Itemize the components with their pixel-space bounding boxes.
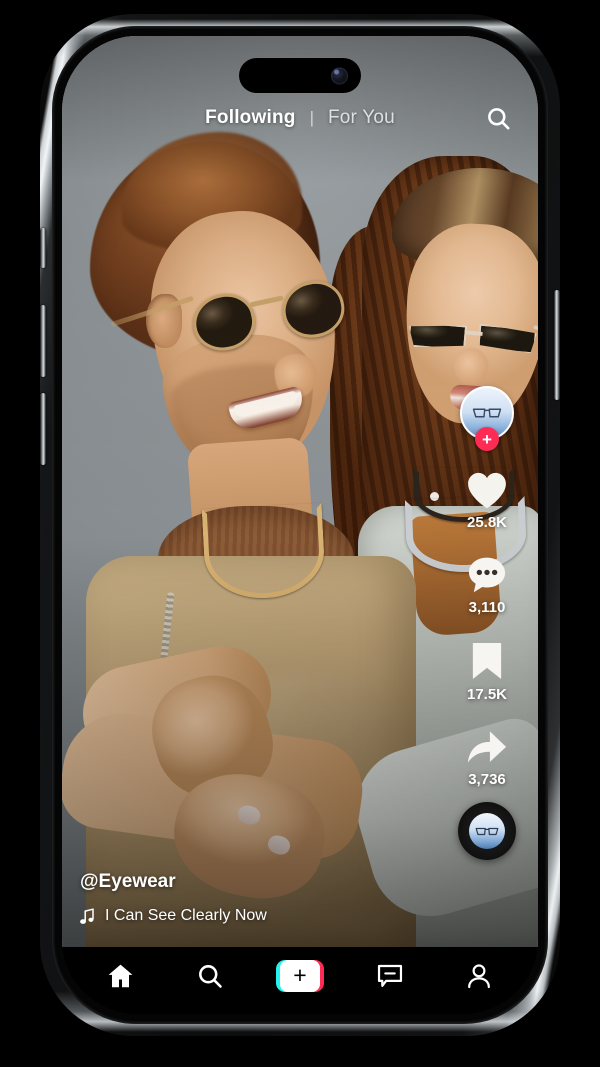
author-username[interactable]: @Eyewear <box>80 871 410 893</box>
action-rail: + 25.8K 3,110 17.5K 3,736 <box>450 386 524 860</box>
author-avatar-wrapper[interactable]: + <box>460 386 514 451</box>
nav-home-button[interactable] <box>90 954 152 998</box>
search-button[interactable] <box>480 100 516 136</box>
eyewear-glasses-icon <box>475 827 499 835</box>
music-note-icon <box>80 907 94 924</box>
nav-inbox-button[interactable] <box>359 954 421 998</box>
video-caption: @Eyewear I Can See Clearly Now <box>80 871 410 925</box>
feed-topbar: Following | For You <box>62 96 538 140</box>
music-title: I Can See Clearly Now <box>105 907 267 924</box>
share-button[interactable]: 3,736 <box>465 727 509 788</box>
plus-icon: + <box>279 959 320 992</box>
eyewear-glasses-icon <box>472 408 502 418</box>
nav-discover-button[interactable] <box>179 954 241 998</box>
comment-button[interactable]: 3,110 <box>466 555 508 616</box>
dynamic-island <box>239 58 361 93</box>
create-button[interactable]: + <box>275 959 324 992</box>
music-disc-inner <box>469 813 505 849</box>
music-row[interactable]: I Can See Clearly Now <box>80 907 410 925</box>
search-icon <box>199 964 223 988</box>
front-camera-icon <box>331 67 348 84</box>
music-disc-button[interactable] <box>458 802 516 860</box>
heart-icon <box>468 472 506 509</box>
like-count: 25.8K <box>466 514 508 531</box>
nav-profile-button[interactable] <box>448 954 510 998</box>
share-arrow-icon <box>467 731 507 763</box>
action-button[interactable] <box>40 228 46 268</box>
bottom-navigation: + <box>62 947 538 1014</box>
person-icon <box>468 963 491 988</box>
inbox-message-icon <box>377 964 402 987</box>
tab-following[interactable]: Following <box>205 107 295 129</box>
like-button[interactable]: 25.8K <box>465 470 509 531</box>
volume-up-button[interactable] <box>40 305 46 377</box>
search-icon <box>487 107 509 129</box>
power-button[interactable] <box>554 290 560 400</box>
screenshot-stage: Following | For You + 25.8K 3,110 17.5K … <box>0 0 600 1067</box>
tab-divider: | <box>309 108 314 127</box>
save-button[interactable]: 17.5K <box>467 640 507 703</box>
follow-button[interactable]: + <box>475 427 499 451</box>
phone-screen: Following | For You + 25.8K 3,110 17.5K … <box>62 36 538 1014</box>
nav-create-button[interactable]: + <box>269 954 331 998</box>
volume-down-button[interactable] <box>40 393 46 465</box>
save-count: 17.5K <box>466 686 508 703</box>
feed-tab-group: Following | For You <box>205 107 395 129</box>
comment-count: 3,110 <box>468 599 506 616</box>
share-count: 3,736 <box>468 771 506 788</box>
tab-for-you[interactable]: For You <box>328 107 395 129</box>
comment-icon <box>468 557 506 593</box>
home-icon <box>108 964 133 987</box>
bookmark-icon <box>472 643 502 679</box>
video-player[interactable]: Following | For You + 25.8K 3,110 17.5K … <box>62 36 538 947</box>
